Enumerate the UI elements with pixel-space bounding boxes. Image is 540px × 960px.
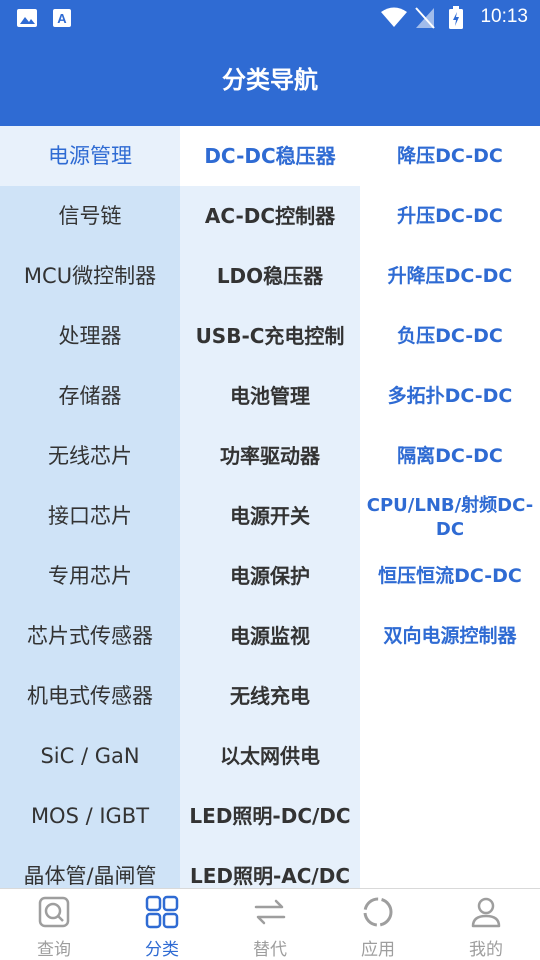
category-column-level3: 降压DC-DC 升压DC-DC 升降压DC-DC 负压DC-DC 多拓扑DC-DC 隔离D… (360, 126, 540, 888)
nav-item-replace[interactable]: 替代 (216, 889, 324, 960)
level1-category-item[interactable]: MCU微控制器 (0, 246, 180, 306)
level1-category-item[interactable]: 电源管理 (0, 126, 180, 186)
level1-category-item[interactable]: 处理器 (0, 306, 180, 366)
level2-category-item[interactable]: 以太网供电 (180, 726, 360, 786)
status-time: 10:13 (480, 6, 528, 27)
nav-label: 查询 (37, 940, 71, 960)
level2-category-item[interactable]: LDO稳压器 (180, 246, 360, 306)
level3-category-item[interactable]: 升降压DC-DC (360, 246, 540, 306)
app-notification-icon: A (52, 8, 72, 32)
level3-category-item[interactable]: 隔离DC-DC (360, 426, 540, 486)
nav-item-application[interactable]: 应用 (324, 889, 432, 960)
level1-category-item[interactable]: 存储器 (0, 366, 180, 426)
level1-category-item[interactable]: 专用芯片 (0, 546, 180, 606)
level2-category-item[interactable]: 电源开关 (180, 486, 360, 546)
level2-category-item[interactable]: LED照明-AC/DC (180, 846, 360, 888)
level3-category-item[interactable]: 恒压恒流DC-DC (360, 546, 540, 606)
level1-category-item[interactable]: SiC / GaN (0, 726, 180, 786)
level1-category-item[interactable]: 晶体管/晶闸管 (0, 846, 180, 888)
level3-category-item[interactable]: 降压DC-DC (360, 126, 540, 186)
nav-label: 分类 (145, 940, 179, 960)
nav-item-category[interactable]: 分类 (108, 889, 216, 960)
person-icon (468, 894, 504, 934)
level1-category-item[interactable]: 机电式传感器 (0, 666, 180, 726)
top-bar: A 10:13 分类导航 (0, 0, 540, 126)
level2-category-item[interactable]: LED照明-DC/DC (180, 786, 360, 846)
level2-category-item[interactable]: 电源监视 (180, 606, 360, 666)
nav-label: 应用 (361, 940, 395, 960)
ring-icon (360, 894, 396, 934)
status-bar: A 10:13 (0, 0, 540, 36)
level1-category-item[interactable]: 信号链 (0, 186, 180, 246)
level2-category-item[interactable]: DC-DC稳压器 (180, 126, 360, 186)
level3-category-item[interactable]: 双向电源控制器 (360, 606, 540, 666)
category-column-level1: 电源管理 信号链 MCU微控制器 处理器 存储器 无线芯片 接口芯片 专用芯片 芯片式传感器 机电… (0, 126, 180, 888)
level2-category-item[interactable]: 电池管理 (180, 366, 360, 426)
app: A 10:13 分类导航 电源管理 信号链 MCU微控制器 处理器 存储器 无线芯片 接口芯… (0, 0, 540, 960)
level2-category-item[interactable]: 无线充电 (180, 666, 360, 726)
gallery-icon (16, 8, 38, 32)
nav-item-mine[interactable]: 我的 (432, 889, 540, 960)
level1-category-item[interactable]: 芯片式传感器 (0, 606, 180, 666)
wifi-icon (380, 7, 408, 33)
signal-icon (414, 6, 436, 34)
level2-category-item[interactable]: 功率驱动器 (180, 426, 360, 486)
level1-category-item[interactable]: 接口芯片 (0, 486, 180, 546)
battery-icon (448, 6, 464, 34)
svg-text:A: A (57, 11, 67, 26)
swap-icon (252, 894, 288, 934)
bottom-nav: 查询 分类 替代 应用 我的 (0, 888, 540, 960)
grid-icon (144, 894, 180, 934)
level3-category-item[interactable]: 多拓扑DC-DC (360, 366, 540, 426)
nav-item-search[interactable]: 查询 (0, 889, 108, 960)
level1-category-item[interactable]: 无线芯片 (0, 426, 180, 486)
nav-label: 我的 (469, 940, 503, 960)
search-icon (36, 894, 72, 934)
level1-category-item[interactable]: MOS / IGBT (0, 786, 180, 846)
level2-category-item[interactable]: USB-C充电控制 (180, 306, 360, 366)
page-title: 分类导航 (222, 66, 318, 94)
level2-category-item[interactable]: 电源保护 (180, 546, 360, 606)
nav-label: 替代 (253, 940, 287, 960)
category-column-level2: DC-DC稳压器 AC-DC控制器 LDO稳压器 USB-C充电控制 电池管理 功率驱动器… (180, 126, 360, 888)
level2-category-item[interactable]: AC-DC控制器 (180, 186, 360, 246)
level3-category-item[interactable]: 升压DC-DC (360, 186, 540, 246)
level3-category-item[interactable]: CPU/LNB/射频DC-DC (360, 486, 540, 546)
level3-category-item[interactable]: 负压DC-DC (360, 306, 540, 366)
